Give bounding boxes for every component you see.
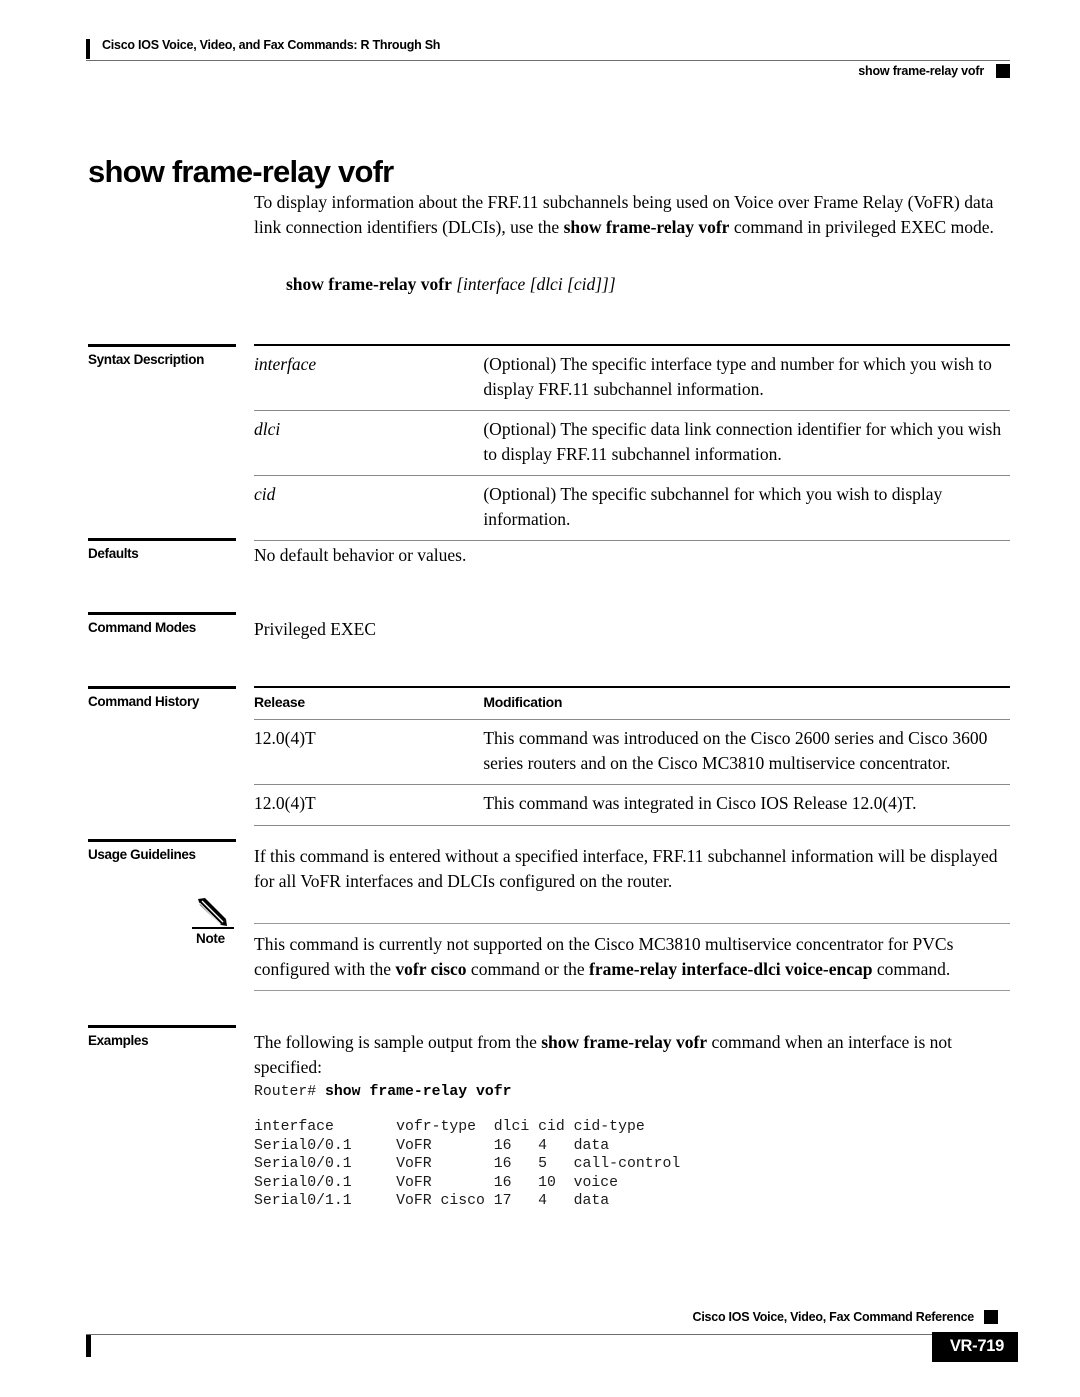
cli-output-text: interface vofr-type dlci cid cid-type Se… [254, 1119, 681, 1210]
note-text-2: command or the [466, 958, 590, 979]
header-book-title: Cisco IOS Voice, Video, and Fax Commands… [102, 38, 441, 52]
cli-prompt-line: Router# show frame-relay vofr [254, 1083, 512, 1102]
table-row: dlci (Optional) The specific data link c… [254, 410, 1010, 476]
header-rule [86, 60, 1010, 61]
note-bold-command-1: vofr cisco [395, 958, 467, 979]
note-icon-underline [192, 927, 234, 929]
command-syntax-line: show frame-relay vofr [interface [dlci [… [286, 272, 616, 296]
page-header: Cisco IOS Voice, Video, and Fax Commands… [86, 38, 1010, 78]
cli-prompt: Router# [254, 1084, 326, 1100]
modification-text: This command was introduced on the Cisco… [483, 728, 988, 773]
syntax-term: cid [254, 484, 276, 504]
section-label-defaults: Defaults [88, 538, 236, 561]
table-row: cid (Optional) The specific subchannel f… [254, 475, 1010, 541]
column-header-release: Release [254, 694, 305, 710]
footer-tick-mark [86, 1335, 91, 1357]
note-text-3: command. [872, 958, 951, 979]
header-running-command: show frame-relay vofr [858, 64, 984, 78]
cli-entered-command: show frame-relay vofr [325, 1084, 512, 1100]
note-bold-command-2: frame-relay interface-dlci voice-encap [589, 958, 873, 979]
document-page: Cisco IOS Voice, Video, and Fax Commands… [0, 0, 1080, 1397]
command-modes-content: Privileged EXEC [254, 617, 1010, 642]
pencil-icon [196, 897, 230, 927]
usage-guidelines-content: If this command is entered without a spe… [254, 844, 1010, 893]
table-header-row: Release Modification [254, 687, 1010, 720]
examples-intro: The following is sample output from the … [254, 1030, 1010, 1079]
modification-text: This command was integrated in Cisco IOS… [483, 793, 917, 813]
header-tick-mark [86, 39, 90, 59]
description-command-bold: show frame-relay vofr [563, 216, 730, 237]
footer-reference-title: Cisco IOS Voice, Video, Fax Command Refe… [692, 1310, 975, 1324]
syntax-definition: (Optional) The specific interface type a… [483, 354, 992, 399]
page-number-badge: VR-719 [931, 1332, 1018, 1362]
section-label-examples: Examples [88, 1025, 236, 1048]
section-label-command-history: Command History [88, 686, 236, 709]
examples-bold-command: show frame-relay vofr [541, 1032, 708, 1052]
note-label: Note [196, 931, 225, 946]
description-text-2: command in privileged EXEC mode. [729, 216, 994, 237]
section-label-command-modes: Command Modes [88, 612, 236, 635]
header-square-marker [996, 64, 1010, 78]
section-label-syntax-description: Syntax Description [88, 344, 236, 367]
footer-square-marker [984, 1310, 998, 1324]
syntax-command: show frame-relay vofr [286, 274, 452, 294]
release-value: 12.0(4)T [254, 728, 316, 748]
page-title: show frame-relay vofr [88, 153, 394, 189]
column-header-modification: Modification [483, 694, 563, 710]
syntax-term: dlci [254, 419, 281, 439]
syntax-term: interface [254, 354, 317, 374]
command-modes-text: Privileged EXEC [254, 619, 376, 639]
defaults-text: No default behavior or values. [254, 545, 467, 565]
command-description: To display information about the FRF.11 … [254, 190, 1010, 239]
command-history-table: Release Modification 12.0(4)T This comma… [254, 686, 1010, 826]
table-row: interface (Optional) The specific interf… [254, 345, 1010, 411]
syntax-definition: (Optional) The specific subchannel for w… [483, 484, 943, 529]
examples-text-1: The following is sample output from the [254, 1032, 542, 1052]
defaults-content: No default behavior or values. [254, 543, 1010, 568]
syntax-description-table: interface (Optional) The specific interf… [254, 344, 1010, 541]
usage-guidelines-text: If this command is entered without a spe… [254, 846, 998, 891]
cli-output-block: interface vofr-type dlci cid cid-type Se… [254, 1118, 680, 1211]
section-label-usage-guidelines: Usage Guidelines [88, 839, 236, 862]
syntax-optional-args: [interface [dlci [cid]]] [451, 274, 616, 294]
table-row: 12.0(4)T This command was introduced on … [254, 719, 1010, 785]
release-value: 12.0(4)T [254, 793, 316, 813]
syntax-definition: (Optional) The specific data link connec… [483, 419, 1002, 464]
table-row: 12.0(4)T This command was integrated in … [254, 784, 1010, 826]
footer-rule [86, 1334, 1010, 1335]
note-body: This command is currently not supported … [254, 923, 1010, 991]
